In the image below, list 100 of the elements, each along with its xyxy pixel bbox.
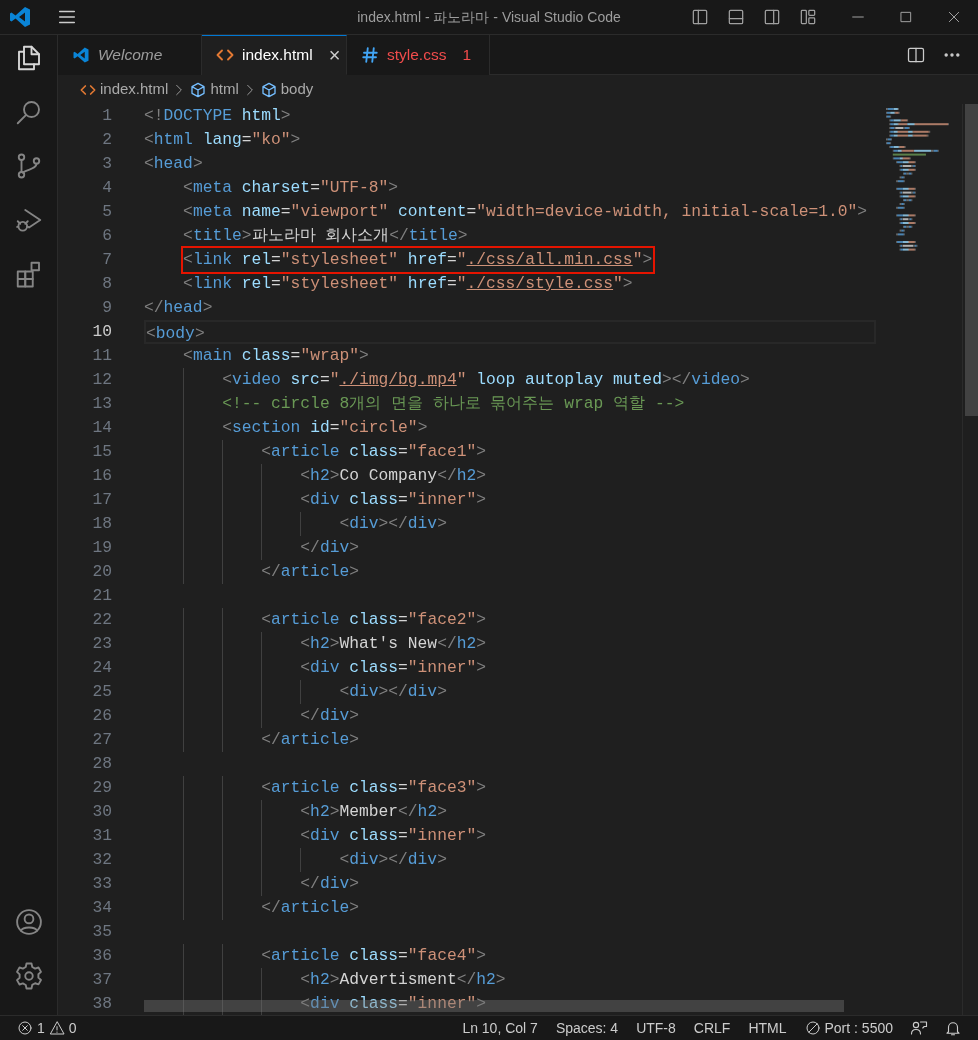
editor-tab[interactable]: Welcome — [58, 35, 202, 75]
line-number: 3 — [101, 153, 112, 175]
code-line: <div class="inner"> — [300, 489, 486, 511]
status-item[interactable]: CRLF — [684, 1016, 740, 1040]
line-number: 8 — [101, 273, 112, 295]
status-item[interactable]: Spaces: 4 — [546, 1016, 628, 1040]
breadcrumb-item[interactable]: index.html — [80, 78, 169, 101]
line-number: 13 — [91, 393, 112, 415]
breadcrumb-item[interactable]: body — [260, 78, 314, 101]
logo-icon — [72, 46, 90, 64]
code-line: <!DOCTYPE html> — [144, 105, 291, 127]
scrollbar-thumb[interactable] — [965, 104, 978, 416]
line-number: 38 — [91, 993, 112, 1015]
line-number: 37 — [91, 969, 112, 991]
code-line: </div> — [300, 873, 359, 895]
close-icon[interactable] — [946, 9, 962, 25]
code-line: <video src="./img/bg.mp4" loop autoplay muted></video> — [222, 369, 750, 391]
code-line: </head> — [144, 297, 213, 319]
line-number: 36 — [91, 945, 112, 967]
line-number: 24 — [91, 657, 112, 679]
code-line: <div class="inner"> — [300, 657, 486, 679]
line-number: 26 — [91, 705, 112, 727]
code-line: <article class="face3"> — [261, 777, 487, 799]
settings-icon[interactable] — [13, 961, 44, 991]
code-line: <!-- circle 8개의 면을 하나로 묶어주는 wrap 역할 --> — [222, 393, 685, 415]
line-number: 14 — [91, 417, 112, 439]
line-number: 15 — [91, 441, 112, 463]
line-number: 19 — [91, 537, 112, 559]
bell-icon[interactable] — [944, 1019, 962, 1037]
close-button[interactable]: × — [328, 40, 341, 70]
code-line: <meta name="viewport" content="width=device-width, initial-scale=1.0"> — [183, 201, 868, 223]
breadcrumb-item[interactable]: html — [190, 78, 239, 101]
error-icon — [17, 1020, 33, 1036]
line-number: 7 — [101, 249, 112, 271]
maximize-icon[interactable] — [898, 9, 914, 25]
code-line: <h2>What's New</h2> — [300, 633, 487, 655]
line-number: 20 — [91, 561, 112, 583]
hash-icon — [361, 46, 379, 64]
code-line: </div> — [300, 705, 359, 727]
code-line: <title>파노라마 회사소개</title> — [183, 225, 468, 247]
line-number: 30 — [91, 801, 112, 823]
cube-icon — [260, 81, 277, 98]
line-number: 2 — [101, 129, 112, 151]
code-line: <meta charset="UTF-8"> — [183, 177, 399, 199]
account-icon[interactable] — [13, 907, 44, 937]
code-line: <link rel="stylesheet" href="./css/style.css"> — [183, 273, 633, 295]
warning-icon — [48, 1020, 65, 1036]
code-line: <article class="face4"> — [261, 945, 487, 967]
status-item[interactable]: HTML — [739, 1016, 796, 1040]
problems-button[interactable]: 1 0 — [8, 1016, 86, 1040]
line-number: 35 — [91, 921, 112, 943]
code-line: <article class="face2"> — [261, 609, 487, 631]
line-number: 12 — [91, 369, 112, 391]
line-number: 10 — [91, 321, 112, 343]
code-line: <h2>Co Company</h2> — [300, 465, 487, 487]
line-number: 34 — [91, 897, 112, 919]
window-title: index.html - 파노라마 - Visual Studio Code — [357, 9, 621, 25]
line-number: 33 — [91, 873, 112, 895]
code-line: <article class="face1"> — [261, 441, 487, 463]
code-line: </article> — [261, 897, 359, 919]
cube-icon — [190, 81, 207, 98]
line-number: 1 — [101, 105, 112, 127]
status-item[interactable]: UTF-8 — [627, 1016, 685, 1040]
code-line: <div class="inner"> — [300, 825, 486, 847]
sidebar-right-icon[interactable] — [762, 7, 782, 27]
code-line: <div class="inner"> — [300, 993, 486, 1015]
code-line: <div></div> — [339, 849, 447, 871]
prohibited-icon — [804, 1020, 821, 1036]
code-line: <div></div> — [339, 681, 447, 703]
line-number: 5 — [101, 201, 112, 223]
code-line: <section id="circle"> — [222, 417, 428, 439]
code-line: </div> — [300, 537, 359, 559]
port-button[interactable]: Port : 5500 — [795, 1016, 902, 1040]
line-number: 4 — [101, 177, 112, 199]
code-line: <div></div> — [339, 513, 447, 535]
line-number: 31 — [91, 825, 112, 847]
code-line: <html lang="ko"> — [144, 129, 301, 151]
line-number: 23 — [91, 633, 112, 655]
code-line: <body> — [146, 323, 205, 342]
code-line: </article> — [261, 729, 359, 751]
line-number: 29 — [91, 777, 112, 799]
sidebar-left-icon[interactable] — [690, 7, 710, 27]
line-number: 17 — [91, 489, 112, 511]
line-number: 9 — [101, 297, 112, 319]
problem-count: 1 — [462, 45, 472, 66]
panel-icon[interactable] — [726, 7, 746, 27]
code-line: <head> — [144, 153, 203, 175]
line-number: 22 — [91, 609, 112, 631]
feedback-icon[interactable] — [910, 1019, 928, 1037]
code-line: </article> — [261, 561, 359, 583]
code-line: <main class="wrap"> — [183, 345, 369, 367]
editor-tab[interactable]: index.html × — [202, 35, 347, 75]
editor-tab[interactable]: style.css 1 — [347, 35, 490, 75]
line-number: 6 — [101, 225, 112, 247]
line-number: 28 — [91, 753, 112, 775]
code-line: <h2>Advertisment</h2> — [300, 969, 506, 991]
line-number: 21 — [91, 585, 112, 607]
layout-icon[interactable] — [798, 7, 818, 27]
line-number: 11 — [91, 345, 112, 367]
status-item[interactable]: Ln 10, Col 7 — [453, 1016, 547, 1040]
